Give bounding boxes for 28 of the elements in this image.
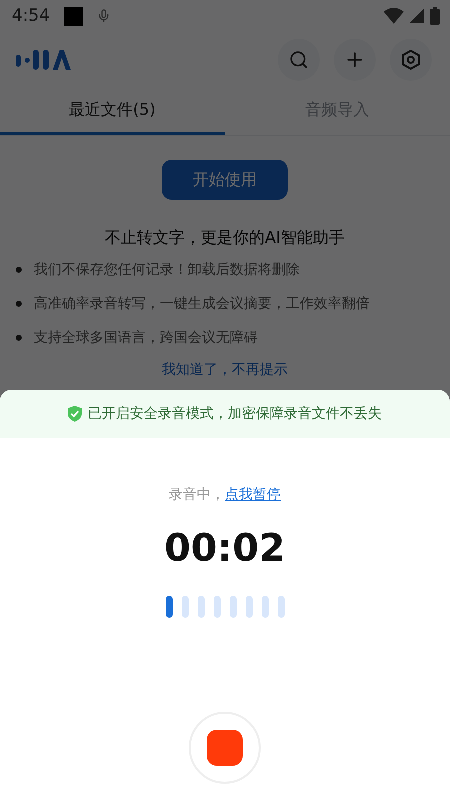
battery-icon (430, 7, 440, 25)
stop-icon (207, 730, 243, 766)
notification-icon (64, 6, 84, 26)
logo (16, 49, 72, 71)
search-icon (289, 50, 309, 70)
bullet-icon (16, 301, 22, 307)
add-button[interactable] (334, 39, 376, 81)
feature-text: 我们不保存您任何记录！卸载后数据将删除 (34, 261, 300, 279)
banner-text: 已开启安全录音模式，加密保障录音文件不丢失 (88, 405, 382, 423)
wifi-icon (384, 8, 404, 24)
feature-text: 支持全球多国语言，跨国会议无障碍 (34, 329, 258, 347)
recording-status: 录音中， (169, 486, 225, 504)
pause-link[interactable]: 点我暂停 (225, 486, 281, 504)
start-button[interactable]: 开始使用 (162, 160, 288, 200)
bullet-icon (16, 335, 22, 341)
intro-title: 不止转文字，更是你的AI智能助手 (105, 228, 345, 249)
settings-icon (401, 50, 421, 70)
signal-icon (410, 9, 424, 23)
dismiss-link[interactable]: 我知道了，不再提示 (162, 361, 288, 379)
bullet-icon (16, 267, 22, 273)
timer: 00:02 (164, 526, 286, 570)
search-button[interactable] (278, 39, 320, 81)
feature-text: 高准确率录音转写，一键生成会议摘要，工作效率翻倍 (34, 295, 370, 313)
shield-check-icon (68, 406, 82, 422)
clock: 4:54 (12, 6, 50, 26)
settings-button[interactable] (390, 39, 432, 81)
microphone-icon (97, 9, 112, 23)
tab[interactable]: 最近文件(5) (0, 88, 225, 135)
